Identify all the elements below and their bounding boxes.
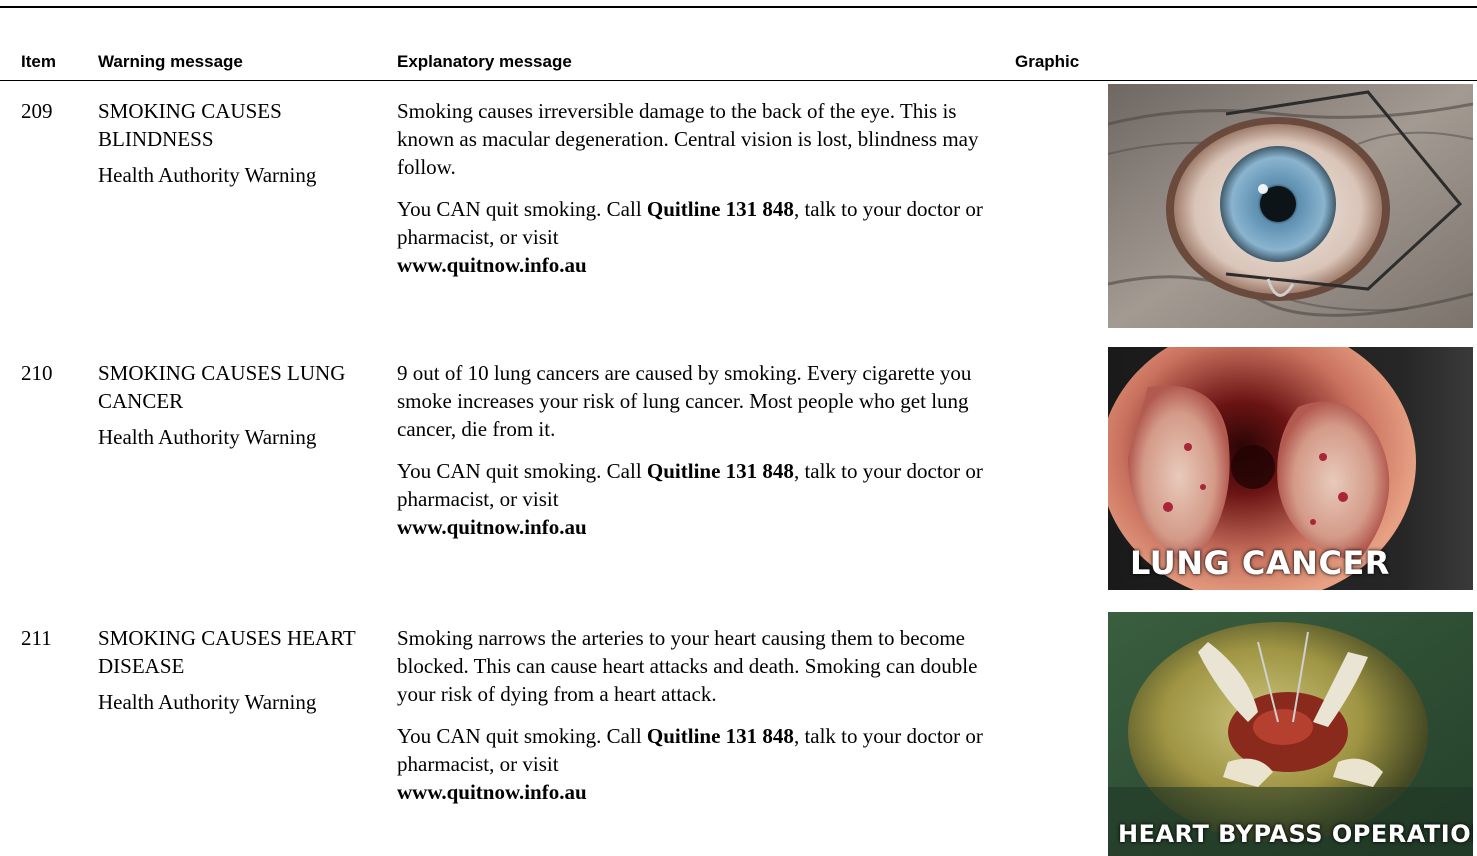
- quit-message: You CAN quit smoking. Call Quitline 131 …: [397, 722, 1017, 806]
- warning-message: SMOKING CAUSES HEART DISEASE: [98, 626, 356, 678]
- explanatory-text: Smoking causes irreversible damage to th…: [397, 99, 979, 179]
- top-rule: [0, 6, 1477, 8]
- quitline-number: Quitline 131 848: [646, 197, 794, 221]
- warning-message: SMOKING CAUSES LUNG CANCER: [98, 361, 346, 413]
- explanatory-cell: Smoking causes irreversible damage to th…: [397, 97, 1017, 279]
- explanatory-cell: 9 out of 10 lung cancers are caused by s…: [397, 359, 1017, 541]
- quit-prefix: You CAN quit smoking. Call: [397, 197, 647, 221]
- quit-prefix: You CAN quit smoking. Call: [397, 724, 647, 748]
- explanatory-text: Smoking narrows the arteries to your hea…: [397, 626, 978, 706]
- authority-label: Health Authority Warning: [98, 690, 317, 714]
- authority-label: Health Authority Warning: [98, 163, 317, 187]
- column-header-graphic: Graphic: [1015, 52, 1080, 71]
- graphic-lung-image: LUNG CANCER: [1108, 347, 1473, 590]
- authority-label: Health Authority Warning: [98, 425, 317, 449]
- quit-message: You CAN quit smoking. Call Quitline 131 …: [397, 457, 1017, 541]
- warning-cell: SMOKING CAUSES HEART DISEASE Health Auth…: [98, 624, 368, 716]
- quitline-number: Quitline 131 848: [646, 724, 794, 748]
- graphic-eye-image: [1108, 84, 1473, 328]
- quitline-number: Quitline 131 848: [646, 459, 794, 483]
- quit-url: www.quitnow.info.au: [397, 515, 587, 539]
- explanatory-cell: Smoking narrows the arteries to your hea…: [397, 624, 1017, 806]
- item-number: 211: [21, 626, 52, 650]
- column-header-explanatory: Explanatory message: [397, 52, 572, 71]
- column-header-warning: Warning message: [98, 52, 243, 71]
- graphic-caption: LUNG CANCER: [1130, 544, 1390, 582]
- header-rule: [0, 80, 1477, 81]
- item-number: 210: [21, 361, 53, 385]
- graphic-heart-image: HEART BYPASS OPERATION: [1108, 612, 1473, 856]
- warning-message: SMOKING CAUSES BLINDNESS: [98, 99, 282, 151]
- column-header-item: Item: [21, 52, 56, 71]
- quit-url: www.quitnow.info.au: [397, 253, 587, 277]
- quit-url: www.quitnow.info.au: [397, 780, 587, 804]
- warning-cell: SMOKING CAUSES BLINDNESS Health Authorit…: [98, 97, 368, 189]
- graphic-caption: HEART BYPASS OPERATION: [1118, 820, 1473, 848]
- item-number: 209: [21, 99, 53, 123]
- quit-prefix: You CAN quit smoking. Call: [397, 459, 647, 483]
- warning-cell: SMOKING CAUSES LUNG CANCER Health Author…: [98, 359, 368, 451]
- explanatory-text: 9 out of 10 lung cancers are caused by s…: [397, 361, 972, 441]
- quit-message: You CAN quit smoking. Call Quitline 131 …: [397, 195, 1017, 279]
